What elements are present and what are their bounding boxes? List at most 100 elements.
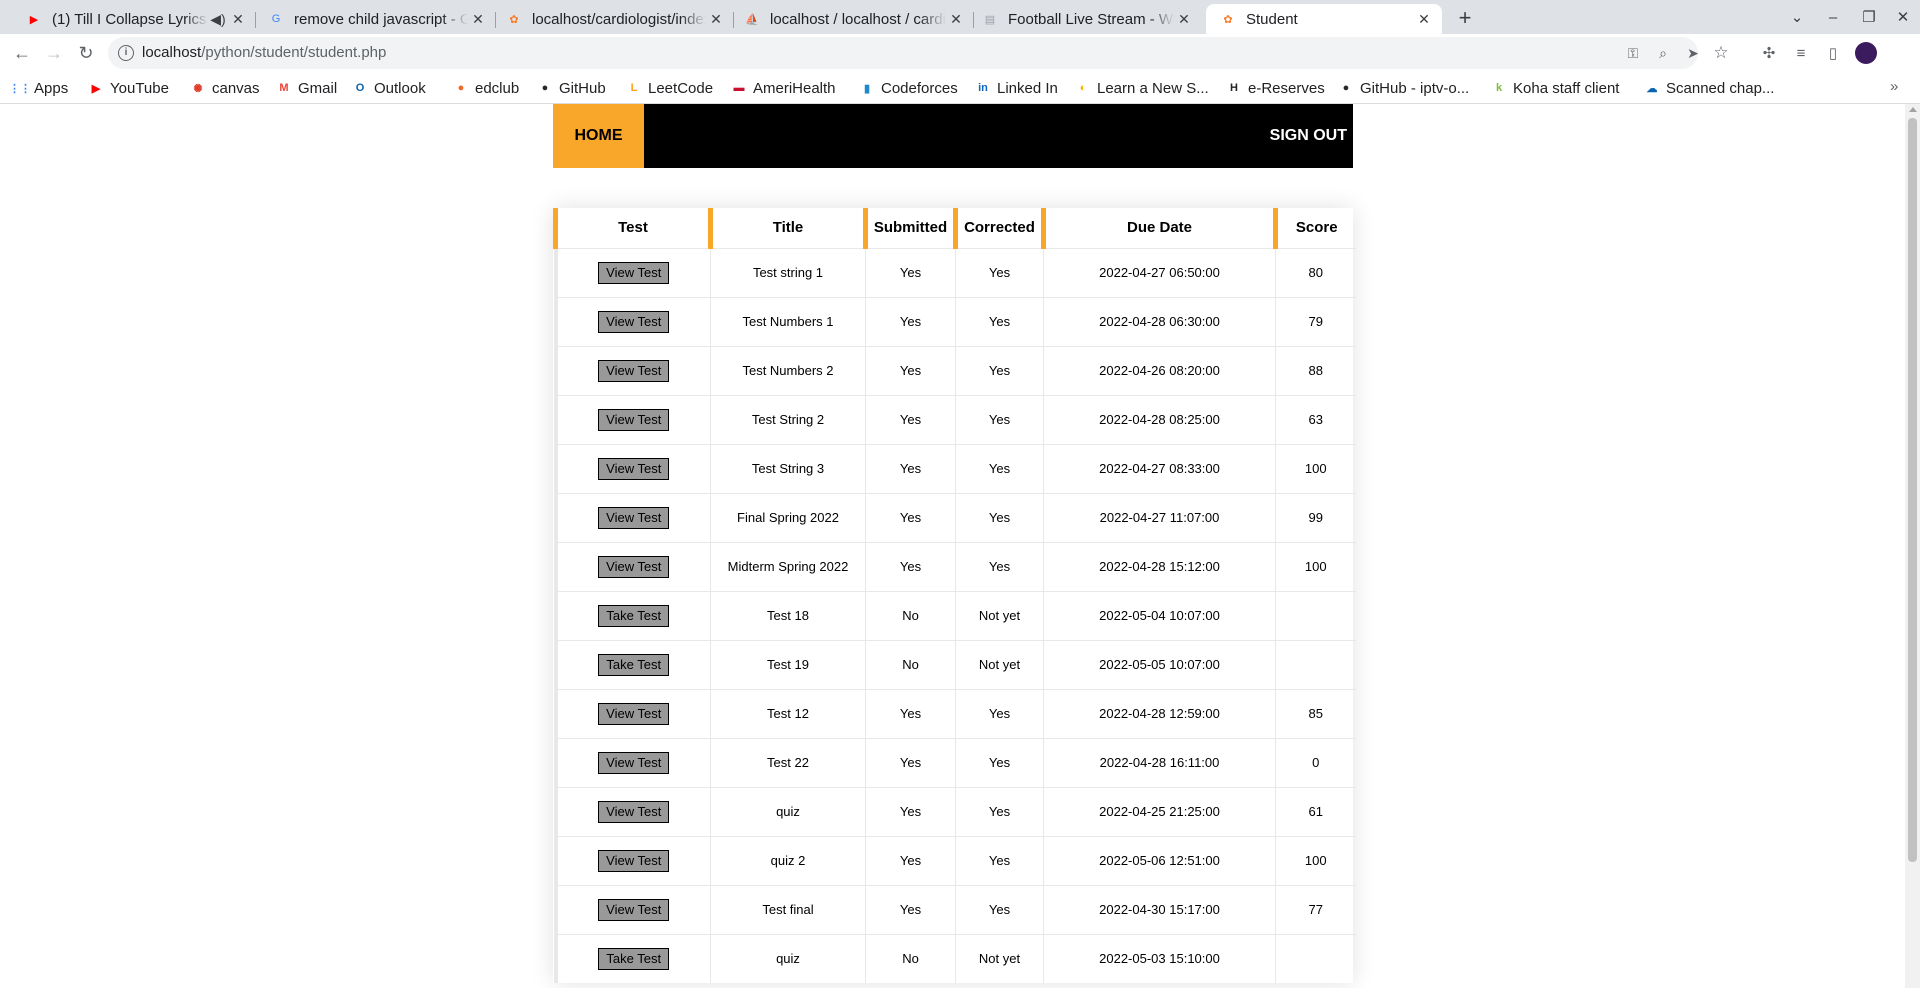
take-test-button[interactable]: Take Test [598, 947, 670, 970]
cell-due-date: 2022-04-27 08:33:00 [1043, 443, 1276, 493]
cell-title: Midterm Spring 2022 [710, 541, 866, 591]
bookmark-item[interactable]: ◐ Learn a New S... [1075, 77, 1209, 99]
cell-score: 100 [1275, 835, 1356, 885]
bookmark-item[interactable]: M Gmail [276, 77, 337, 99]
amerihealth-icon: ▬ [733, 82, 745, 94]
view-test-button[interactable]: View Test [598, 261, 670, 284]
view-test-button[interactable]: View Test [598, 702, 670, 725]
view-test-button[interactable]: View Test [598, 359, 670, 382]
cell-score [1275, 590, 1356, 640]
close-window-button[interactable]: ✕ [1888, 4, 1918, 30]
bookmark-label: Linked In [997, 79, 1058, 97]
cell-title: Test Numbers 2 [710, 345, 866, 395]
close-tab-icon[interactable]: ✕ [706, 11, 726, 28]
cell-test: View Test [553, 786, 711, 836]
cell-title: Final Spring 2022 [710, 492, 866, 542]
nav-signout-link[interactable]: SIGN OUT [1270, 104, 1347, 168]
reload-icon[interactable]: ↻ [72, 39, 100, 67]
view-test-button[interactable]: View Test [598, 800, 670, 823]
media-controls-icon[interactable]: ≡ [1790, 42, 1812, 64]
browser-tab[interactable]: ⛵ localhost / localhost / cardiologist✕ [730, 4, 974, 34]
bookmark-item[interactable]: ● GitHub - iptv-o... [1338, 77, 1470, 99]
linkedin-icon: in [978, 82, 988, 94]
close-tab-icon[interactable]: ✕ [228, 11, 248, 28]
bookmark-item[interactable]: in Linked In [975, 77, 1058, 99]
cell-title: Test 18 [710, 590, 866, 640]
cell-title: quiz [710, 786, 866, 836]
browser-tab[interactable]: ▶ (1) Till I Collapse Lyrics ◀) ✕ [12, 4, 256, 34]
scrollbar-thumb[interactable] [1908, 118, 1917, 862]
browser-tab[interactable]: ✿ localhost/cardiologist/index.php✕ [492, 4, 734, 34]
cell-corrected: Not yet [955, 590, 1044, 640]
tab-search-icon[interactable]: ⌄ [1782, 4, 1812, 30]
bookmark-item[interactable]: ✺ canvas [190, 77, 259, 99]
view-test-button[interactable]: View Test [598, 457, 670, 480]
profile-avatar[interactable] [1855, 42, 1877, 64]
scroll-up-arrow-icon[interactable] [1909, 107, 1917, 112]
bookmark-item[interactable]: ▬ AmeriHealth [731, 77, 836, 99]
table-row: View Test quiz 2 Yes Yes 2022-05-06 12:51:00… [553, 835, 1356, 885]
cell-submitted: Yes [865, 541, 956, 591]
bookmark-item[interactable]: ⋮⋮ Apps [9, 77, 68, 99]
bookmark-item[interactable]: ● edclub [453, 77, 520, 99]
bookmark-item[interactable]: ▶ YouTube [88, 77, 169, 99]
close-tab-icon[interactable]: ✕ [946, 11, 966, 28]
view-test-button[interactable]: View Test [598, 751, 670, 774]
key-icon[interactable]: ⚿ [1624, 44, 1642, 62]
xampp-icon: ✿ [509, 13, 519, 26]
close-tab-icon[interactable]: ✕ [1174, 11, 1194, 28]
back-arrow-icon[interactable]: ← [8, 39, 36, 67]
view-test-button[interactable]: View Test [598, 310, 670, 333]
close-tab-icon[interactable]: ✕ [468, 11, 488, 28]
cell-due-date: 2022-05-06 12:51:00 [1043, 835, 1276, 885]
bookmarks-overflow-icon[interactable]: » [1890, 78, 1898, 95]
send-icon[interactable]: ➤ [1684, 44, 1702, 62]
bookmark-star-icon[interactable]: ☆ [1712, 43, 1730, 62]
site-info-icon[interactable]: i [118, 45, 134, 61]
cell-score: 63 [1275, 394, 1356, 444]
forward-arrow-icon[interactable]: → [40, 39, 68, 67]
address-url[interactable]: localhost/python/student/student.php [142, 44, 386, 61]
bookmark-item[interactable]: ▮ Codeforces [859, 77, 958, 99]
restore-button[interactable]: ❐ [1854, 4, 1884, 30]
table-row: View Test Test 22 Yes Yes 2022-04-28 16:11:0… [553, 737, 1356, 787]
side-panel-icon[interactable]: ▯ [1822, 42, 1844, 64]
cell-corrected: Yes [955, 688, 1044, 738]
view-test-button[interactable]: View Test [598, 408, 670, 431]
browser-tab[interactable]: Gremove child javascript - Google Search… [254, 4, 496, 34]
address-bar[interactable]: i localhost/python/student/student.php ⚿… [108, 37, 1729, 69]
cell-score: 85 [1275, 688, 1356, 738]
cell-title: Test 12 [710, 688, 866, 738]
close-tab-icon[interactable]: ✕ [1414, 11, 1434, 28]
cell-due-date: 2022-05-04 10:07:00 [1043, 590, 1276, 640]
bookmark-item[interactable]: He-Reserves [1226, 77, 1325, 99]
view-test-button[interactable]: View Test [598, 849, 670, 872]
browser-tab[interactable]: ▤ Football Live Stream - Watch✕ [968, 4, 1202, 34]
table-row: View Test Test 12 Yes Yes 2022-04-28 12:59:0… [553, 688, 1356, 738]
take-test-button[interactable]: Take Test [598, 604, 670, 627]
browser-tab[interactable]: ✿ Student ✕ [1206, 4, 1442, 34]
view-test-button[interactable]: View Test [598, 506, 670, 529]
cell-test: View Test [553, 247, 711, 297]
audio-icon[interactable]: ◀) [208, 11, 228, 28]
take-test-button[interactable]: Take Test [598, 653, 670, 676]
new-tab-button[interactable]: + [1451, 4, 1479, 32]
cell-title: Test 22 [710, 737, 866, 787]
page-scrollbar[interactable] [1905, 104, 1920, 988]
nav-home-link[interactable]: HOME [553, 104, 644, 168]
edclub-icon: ● [457, 82, 465, 94]
minimize-button[interactable]: – [1818, 4, 1848, 30]
apps-icon: ⋮⋮ [9, 82, 31, 95]
view-test-button[interactable]: View Test [598, 898, 670, 921]
bookmark-item[interactable]: O Outlook [352, 77, 426, 99]
extensions-icon[interactable]: ✣ [1758, 42, 1780, 64]
bookmark-item[interactable]: ● GitHub [537, 77, 606, 99]
cell-submitted: Yes [865, 737, 956, 787]
bookmark-item[interactable]: L LeetCode [626, 77, 713, 99]
bookmark-item[interactable]: k Koha staff client [1491, 77, 1620, 99]
cell-score [1275, 639, 1356, 689]
zoom-icon[interactable]: ⌕ [1654, 44, 1672, 62]
bookmark-label: Gmail [298, 79, 338, 97]
view-test-button[interactable]: View Test [598, 555, 670, 578]
bookmark-item[interactable]: ☁ Scanned chap... [1644, 77, 1775, 99]
